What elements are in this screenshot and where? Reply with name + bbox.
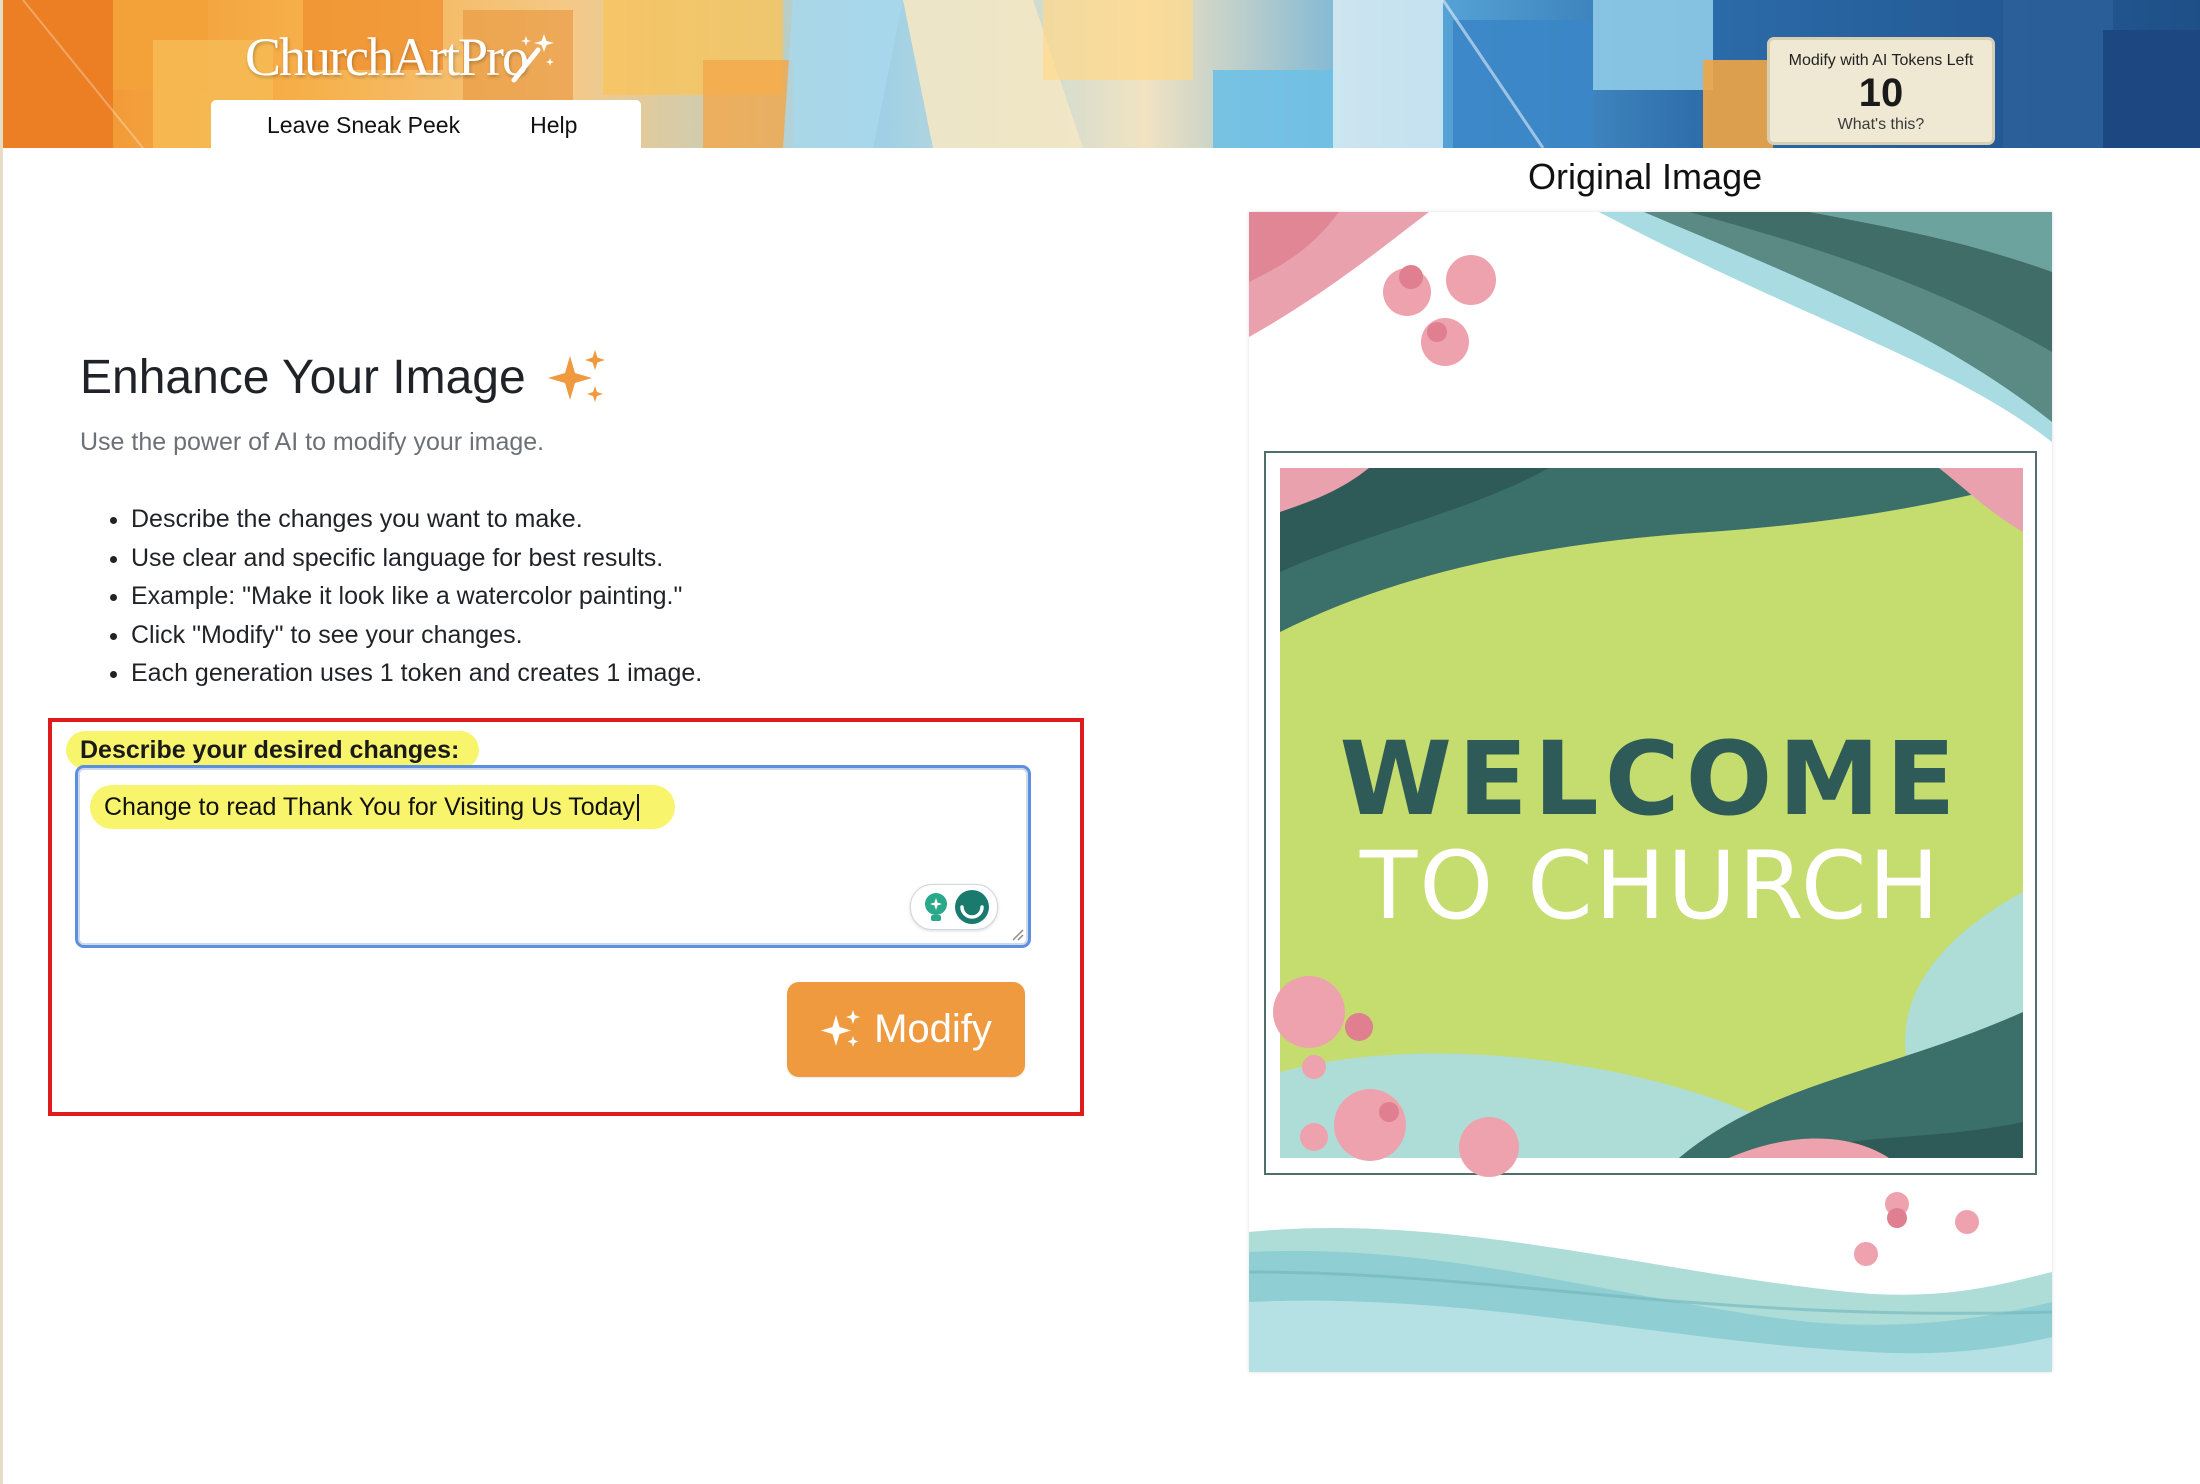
original-image: WELCOME TO CHURCH <box>1249 212 2052 1372</box>
top-nav: Leave Sneak Peek Help <box>211 100 641 148</box>
instructions-list: Describe the changes you want to make. U… <box>96 500 702 693</box>
logo[interactable]: ChurchArtPro <box>245 26 529 96</box>
preview-title: Original Image <box>1528 156 1763 197</box>
tokens-label: Modify with AI Tokens Left <box>1788 52 1974 69</box>
resize-grip-icon[interactable] <box>1010 927 1024 941</box>
image-text-to-church: TO CHURCH <box>1359 832 1942 941</box>
sparkles-icon <box>821 1009 861 1047</box>
nav-help[interactable]: Help <box>530 112 577 139</box>
textarea-value-text: Change to read Thank You for Visiting Us… <box>104 793 635 821</box>
instruction-item: Each generation uses 1 token and creates… <box>131 654 702 693</box>
instruction-item: Describe the changes you want to make. <box>131 500 702 539</box>
lightbulb-icon[interactable] <box>925 893 947 921</box>
writing-assistant-widget[interactable] <box>910 884 998 930</box>
whats-this-link[interactable]: What's this? <box>1770 116 1992 134</box>
page-left-border <box>0 0 3 1484</box>
modify-button[interactable]: Modify <box>787 982 1025 1077</box>
ai-tokens-panel[interactable]: Modify with AI Tokens Left 10 What's thi… <box>1767 37 1995 145</box>
instruction-item: Click "Modify" to see your changes. <box>131 616 702 655</box>
tokens-count: 10 <box>1858 71 1904 115</box>
textarea-value: Change to read Thank You for Visiting Us… <box>90 785 675 829</box>
text-cursor <box>636 794 639 821</box>
grammar-assistant-icon[interactable] <box>955 890 989 924</box>
changes-textarea[interactable]: Change to read Thank You for Visiting Us… <box>75 765 1031 948</box>
header-banner: ChurchArtPro Leave Sneak Peek Help Modif… <box>3 0 2200 148</box>
changes-field-label: Describe your desired changes: <box>66 731 480 769</box>
image-text-welcome: WELCOME <box>1339 720 1962 839</box>
nav-leave-sneak-peek[interactable]: Leave Sneak Peek <box>267 112 460 139</box>
sparkles-icon <box>548 350 605 402</box>
modify-button-label: Modify <box>874 1007 992 1051</box>
instruction-item: Use clear and specific language for best… <box>131 539 702 578</box>
instruction-item: Example: "Make it look like a watercolor… <box>131 577 702 616</box>
page-subtitle: Use the power of AI to modify your image… <box>80 428 545 456</box>
magic-wand-icon <box>511 34 554 83</box>
page-title: Enhance Your Image <box>80 351 526 404</box>
